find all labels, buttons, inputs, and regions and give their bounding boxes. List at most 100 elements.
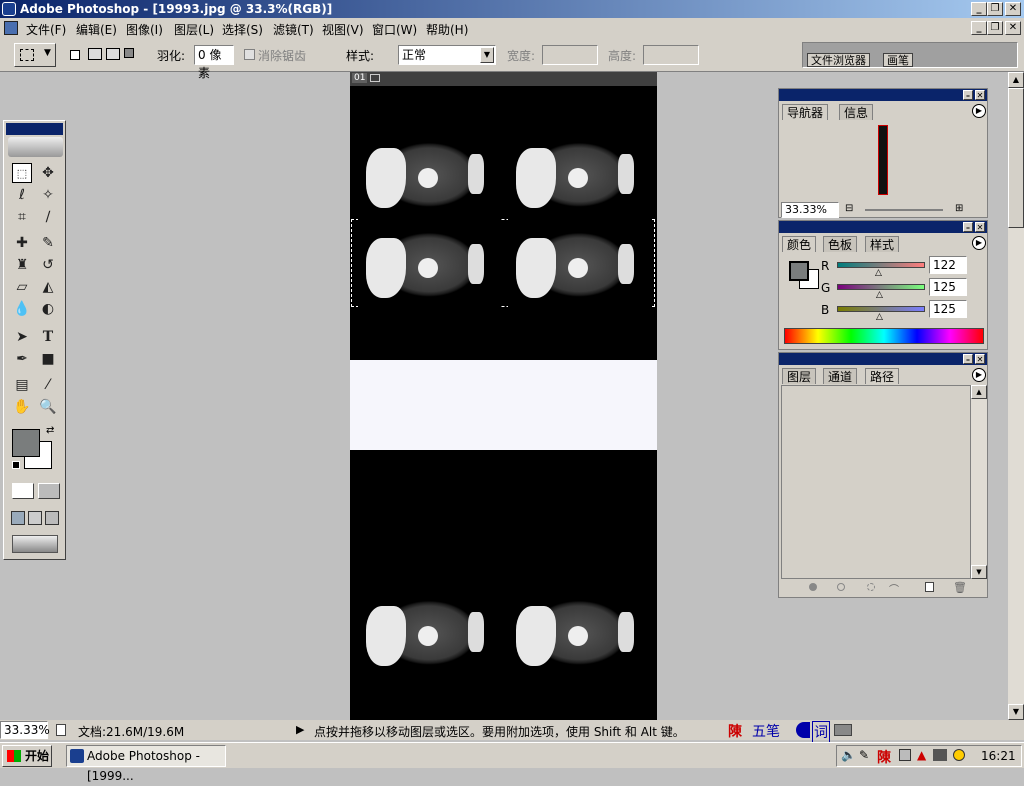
standard-mode-button[interactable] (12, 483, 34, 499)
dodge-icon[interactable]: ◐ (38, 299, 58, 319)
type-icon[interactable]: T (38, 327, 58, 347)
color-fg-swatch[interactable] (789, 261, 809, 281)
ime-halfwidth-icon[interactable] (796, 722, 810, 738)
stroke-path-icon[interactable] (837, 583, 845, 591)
zoom-in-icon[interactable]: ⊞ (955, 203, 963, 214)
panel-menu-icon[interactable]: ▶ (972, 104, 986, 118)
scroll-down-button[interactable]: ▼ (1008, 704, 1024, 720)
annotation-icon[interactable] (370, 74, 380, 82)
path-select-icon[interactable]: ➤ (12, 327, 32, 347)
doc-minimize-button[interactable]: _ (971, 21, 987, 35)
slider-thumb-icon[interactable]: △ (876, 290, 883, 300)
navigator-zoom-slider[interactable] (865, 209, 943, 211)
intersect-selection-icon[interactable] (124, 48, 134, 58)
navigator-thumbnail[interactable] (878, 125, 888, 195)
tool-preset-picker[interactable]: ▼ (14, 43, 56, 67)
shape-icon[interactable]: ■ (38, 349, 58, 369)
soft-keyboard-icon[interactable] (834, 724, 852, 736)
foreground-color-swatch[interactable] (12, 429, 40, 457)
channel-b-input[interactable]: 125 (929, 300, 967, 318)
add-selection-icon[interactable] (88, 48, 102, 60)
minimize-button[interactable]: _ (971, 2, 987, 16)
panel-minimize-button[interactable]: – (963, 90, 973, 100)
menu-select[interactable]: 选择(S) (222, 21, 263, 38)
panel-menu-icon[interactable]: ▶ (972, 368, 986, 382)
crop-icon[interactable]: ⌗ (12, 207, 32, 227)
hand-icon[interactable]: ✋ (12, 397, 32, 417)
panel-titlebar[interactable] (779, 221, 987, 233)
quickmask-mode-button[interactable] (38, 483, 60, 499)
panel-titlebar[interactable] (779, 89, 987, 101)
monitor-icon[interactable] (933, 749, 947, 761)
channel-g-input[interactable]: 125 (929, 278, 967, 296)
feather-input[interactable]: 0 像素 (194, 45, 234, 80)
swap-colors-icon[interactable]: ⇄ (46, 425, 54, 436)
scroll-up-button[interactable]: ▲ (1008, 72, 1024, 88)
lasso-icon[interactable]: ℓ (12, 185, 32, 205)
panel-minimize-button[interactable]: – (963, 222, 973, 232)
menu-image[interactable]: 图像(I) (126, 21, 163, 38)
new-selection-icon[interactable] (70, 50, 80, 60)
bucket-icon[interactable]: ◭ (38, 277, 58, 297)
healing-icon[interactable]: ✚ (12, 233, 32, 253)
pen-tray-icon[interactable]: ✎ (859, 748, 869, 762)
taskbar-item-photoshop[interactable]: Adobe Photoshop - [1999... (66, 745, 226, 783)
width-input[interactable] (542, 45, 598, 65)
panel-close-button[interactable]: ✕ (975, 354, 985, 364)
blur-icon[interactable]: 💧 (12, 299, 32, 319)
ime-punct[interactable]: 词 (812, 721, 830, 743)
screen-mode-full-icon[interactable] (45, 511, 59, 525)
panel-titlebar[interactable] (779, 353, 987, 365)
volume-icon[interactable]: 🔈 (841, 748, 856, 762)
navigator-zoom-input[interactable]: 33.33% (781, 202, 839, 218)
paths-scrollbar[interactable]: ▲ ▼ (971, 385, 987, 579)
magic-wand-icon[interactable]: ✧ (38, 185, 58, 205)
status-zoom-input[interactable]: 33.33% (0, 721, 50, 739)
jump-to-imageready-icon[interactable] (12, 535, 58, 553)
move-icon[interactable]: ✥ (38, 163, 58, 183)
tab-layers[interactable]: 图层 (782, 368, 817, 384)
menu-filter[interactable]: 滤镜(T) (273, 21, 314, 38)
tab-paths[interactable]: 路径 (865, 368, 900, 384)
menu-file[interactable]: 文件(F) (26, 21, 66, 38)
menu-help[interactable]: 帮助(H) (426, 21, 468, 38)
screen-mode-standard-icon[interactable] (11, 511, 25, 525)
make-workpath-icon[interactable]: ⌒ (889, 581, 899, 596)
default-colors-icon[interactable] (12, 461, 20, 469)
close-button[interactable]: ✕ (1005, 2, 1021, 16)
maximize-button[interactable]: ❐ (987, 2, 1003, 16)
slider-thumb-icon[interactable]: △ (875, 268, 882, 278)
subtract-selection-icon[interactable] (106, 48, 120, 60)
document-icon[interactable] (4, 21, 18, 35)
ime-indicator[interactable]: 陳 (728, 721, 742, 741)
menu-window[interactable]: 窗口(W) (372, 21, 417, 38)
style-select[interactable]: 正常 ▼ (398, 45, 496, 65)
document-canvas[interactable] (350, 86, 657, 720)
adobe-online-icon[interactable] (8, 137, 63, 157)
eyedropper-icon[interactable]: ⁄ (38, 375, 58, 395)
tab-channels[interactable]: 通道 (823, 368, 858, 384)
tab-brushes[interactable]: 画笔 (883, 53, 913, 67)
load-selection-icon[interactable] (867, 583, 875, 591)
trash-icon[interactable]: 🗑 (953, 581, 967, 594)
screen-mode-full-menu-icon[interactable] (28, 511, 42, 525)
ime-mode[interactable]: 五笔 (752, 721, 780, 741)
stamp-icon[interactable]: ♜ (12, 255, 32, 275)
paths-list[interactable] (781, 385, 971, 579)
scroll-up-button[interactable]: ▲ (971, 385, 987, 399)
scroll-down-button[interactable]: ▼ (971, 565, 987, 579)
panel-close-button[interactable]: ✕ (975, 222, 985, 232)
tab-navigator[interactable]: 导航器 (782, 104, 829, 120)
tab-file-browser[interactable]: 文件浏览器 (807, 53, 870, 67)
new-path-icon[interactable] (925, 582, 934, 592)
clock-tray-icon[interactable] (953, 749, 965, 761)
eraser-icon[interactable]: ▱ (12, 277, 32, 297)
canvas-scrollbar[interactable]: ▲ ▼ (1008, 72, 1024, 720)
antivirus-icon[interactable]: ▲ (917, 748, 926, 762)
menu-view[interactable]: 视图(V) (322, 21, 364, 38)
zoom-icon[interactable]: 🔍 (38, 397, 58, 417)
color-ramp[interactable] (784, 328, 984, 344)
menu-layer[interactable]: 图层(L) (174, 21, 214, 38)
channel-r-input[interactable]: 122 (929, 256, 967, 274)
notes-icon[interactable]: ▤ (12, 375, 32, 395)
